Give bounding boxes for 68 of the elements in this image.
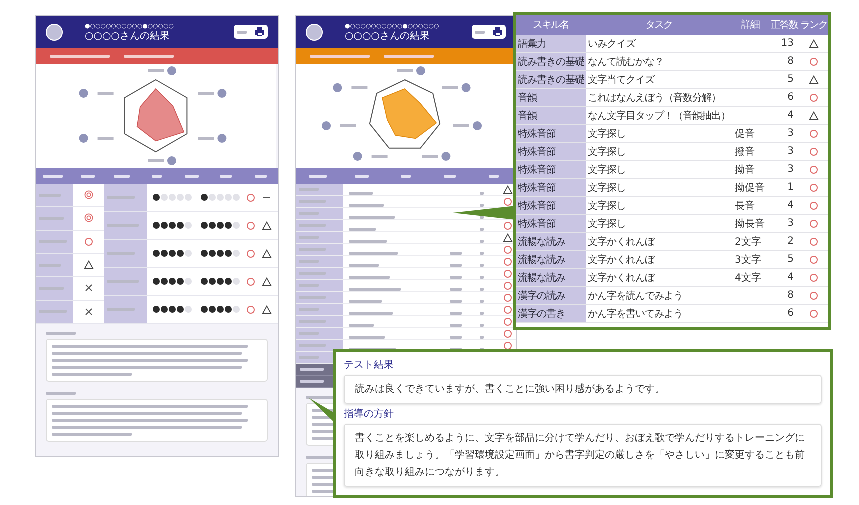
table-cell: 音韻: [516, 89, 586, 107]
table-cell: いみクイズ: [586, 35, 732, 53]
table-cell: 文字探し: [586, 197, 732, 215]
table-cell: 3: [769, 125, 800, 143]
table-cell: 読み書きの基礎: [516, 71, 586, 89]
table-cell: 読み書きの基礎: [516, 53, 586, 71]
table-cell: かん字を読んでみよう: [586, 287, 732, 305]
table-cell: 語彙力: [516, 35, 586, 53]
table-cell: 拗音: [732, 161, 769, 179]
table-cell: 3文字: [732, 251, 769, 269]
table-cell: 特殊音節: [516, 143, 586, 161]
table-cell: 特殊音節: [516, 161, 586, 179]
table-cell: 音韻: [516, 107, 586, 125]
table-cell: 4文字: [732, 269, 769, 287]
table-cell: 文字探し: [586, 125, 732, 143]
table-cell: 漢字の書き: [516, 305, 586, 323]
table-cell: 8: [769, 53, 800, 71]
table-cell: 文字探し: [586, 161, 732, 179]
table-cell: 文字探し: [586, 179, 732, 197]
table-cell: 6: [769, 89, 800, 107]
table-cell: 1: [769, 179, 800, 197]
table-cell: 4: [769, 107, 800, 125]
table-cell: 拗促音: [732, 179, 769, 197]
table-cell: かん字を書いてみよう: [586, 305, 732, 323]
table-cell: 3: [769, 161, 800, 179]
table-cell: 拗長音: [732, 215, 769, 233]
table-cell: 5: [769, 71, 800, 89]
table-cell: 長音: [732, 197, 769, 215]
column-header: ランク: [800, 15, 828, 35]
column-header: スキル名: [516, 15, 586, 35]
table-cell: 4: [769, 197, 800, 215]
table-cell: 特殊音節: [516, 197, 586, 215]
report-title: ○○○○さんの結果: [85, 30, 170, 42]
table-cell: 特殊音節: [516, 125, 586, 143]
table-cell: 文字かくれんぼ: [586, 251, 732, 269]
table-cell: 流暢な読み: [516, 233, 586, 251]
table-cell: なん文字目タップ！（音韻抽出）: [586, 107, 732, 125]
table-cell: なんて読むかな？: [586, 53, 732, 71]
note-text: 読みは良くできていますが、書くことに強い困り感があるようです。: [344, 375, 822, 404]
column-header: 詳細: [732, 15, 769, 35]
table-cell: 8: [769, 287, 800, 305]
table-cell: 文字かくれんぼ: [586, 233, 732, 251]
table-cell: 文字当てクイズ: [586, 71, 732, 89]
table-cell: 撥音: [732, 143, 769, 161]
column-header: 正答数: [769, 15, 800, 35]
table-cell: 13: [769, 35, 800, 53]
table-cell: 流暢な読み: [516, 251, 586, 269]
table-cell: 特殊音節: [516, 215, 586, 233]
table-cell: 促音: [732, 125, 769, 143]
table-cell: 3: [769, 215, 800, 233]
section-title: 指導の方針: [344, 408, 394, 422]
section-title: テスト結果: [344, 359, 394, 373]
table-cell: 6: [769, 305, 800, 323]
table-cell: 文字探し: [586, 143, 732, 161]
note-text: 書くことを楽しめるように、文字を部品に分けて学んだり、おぼえ歌で学んだりするトレーニングに取り組みましょう。「学習環境設定画面」から書字判定の厳しさを「やさしい」に変更することも前向きな取り組みにつながります。: [344, 424, 822, 487]
table-cell: 特殊音節: [516, 179, 586, 197]
table-cell: 2: [769, 233, 800, 251]
table-cell: 2文字: [732, 233, 769, 251]
table-cell: 5: [769, 251, 800, 269]
table-cell: 流暢な読み: [516, 269, 586, 287]
column-header: タスク: [586, 15, 732, 35]
report-title: ○○○○さんの結果: [345, 30, 430, 42]
table-cell: 文字探し: [586, 215, 732, 233]
table-cell: 3: [769, 143, 800, 161]
table-cell: 4: [769, 269, 800, 287]
table-cell: 文字かくれんぼ: [586, 269, 732, 287]
table-cell: これはなんえぼう（音数分解）: [586, 89, 732, 107]
table-cell: 漢字の読み: [516, 287, 586, 305]
